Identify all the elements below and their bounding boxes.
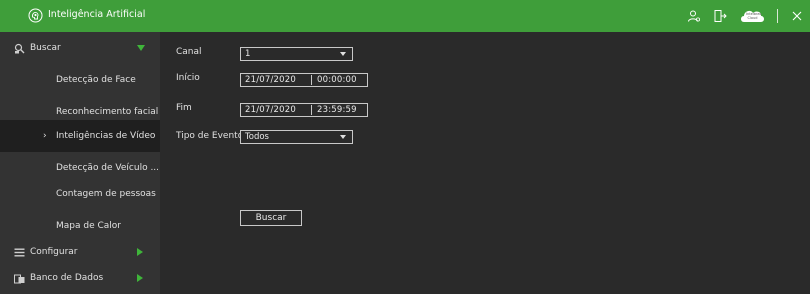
sidebar-item-inteligencias-de-video[interactable]: › Inteligências de Vídeo — [0, 120, 160, 152]
fim-date[interactable]: 21/07/2020 — [245, 105, 296, 115]
canal-select[interactable]: 1 — [240, 47, 353, 61]
canal-value: 1 — [245, 49, 251, 59]
user-icon[interactable] — [687, 9, 701, 23]
title-bar: Inteligência Artificial Intelbras Cloud — [0, 0, 810, 32]
tipo-de-evento-value: Todos — [245, 132, 269, 142]
chevron-right-icon — [137, 274, 143, 282]
sidebar-item-label: Mapa de Calor — [56, 221, 121, 231]
search-form: Canal 1 Início 21/07/2020 00:00:00 Fim 2… — [160, 32, 810, 294]
database-icon — [14, 273, 25, 284]
window-title: Inteligência Artificial — [48, 9, 146, 20]
logout-icon[interactable] — [713, 9, 727, 23]
fim-datetime-field[interactable]: 21/07/2020 23:59:59 — [240, 103, 368, 117]
sidebar-item-buscar[interactable]: Buscar — [0, 32, 160, 64]
sidebar: Buscar Detecção de Face Reconhecimento f… — [0, 32, 160, 294]
sidebar-item-banco-de-dados[interactable]: Banco de Dados — [0, 262, 160, 294]
buscar-button[interactable]: Buscar — [240, 210, 302, 226]
close-icon[interactable] — [790, 9, 804, 23]
chevron-down-icon — [340, 52, 346, 56]
tipo-de-evento-select[interactable]: Todos — [240, 130, 353, 144]
list-icon — [14, 247, 25, 258]
sidebar-item-label: Reconhecimento facial — [56, 107, 159, 117]
sidebar-item-label: Detecção de Veículo ... — [56, 163, 160, 173]
chevron-down-icon — [137, 45, 145, 51]
inicio-label: Início — [176, 73, 200, 83]
search-icon — [14, 43, 25, 54]
fim-label: Fim — [176, 103, 192, 113]
sidebar-item-contagem-de-pessoas[interactable]: Contagem de pessoas — [0, 178, 160, 210]
inicio-datetime-field[interactable]: 21/07/2020 00:00:00 — [240, 73, 368, 87]
sidebar-item-deteccao-de-face[interactable]: Detecção de Face — [0, 64, 160, 96]
chevron-down-icon — [340, 135, 346, 139]
sidebar-item-label: Buscar — [30, 43, 61, 53]
inicio-date[interactable]: 21/07/2020 — [245, 75, 296, 85]
canal-label: Canal — [176, 47, 202, 57]
field-divider — [311, 105, 312, 115]
toolbar-separator — [777, 9, 778, 23]
sidebar-item-label: Banco de Dados — [30, 273, 104, 283]
cloud-icon[interactable]: Intelbras Cloud — [739, 8, 765, 24]
sidebar-item-label: Inteligências de Vídeo — [56, 131, 156, 141]
sidebar-item-label: Contagem de pessoas — [56, 189, 156, 199]
sidebar-item-label: Detecção de Face — [56, 75, 136, 85]
inicio-time[interactable]: 00:00:00 — [317, 75, 357, 85]
tipo-de-evento-label: Tipo de Evento — [176, 131, 244, 141]
field-divider — [311, 75, 312, 85]
ai-brain-icon — [28, 8, 43, 23]
chevron-right-icon — [137, 248, 143, 256]
chevron-right-icon: › — [43, 131, 47, 141]
cloud-label: Intelbras Cloud — [746, 12, 762, 20]
fim-time[interactable]: 23:59:59 — [317, 105, 357, 115]
sidebar-item-label: Configurar — [30, 247, 78, 257]
